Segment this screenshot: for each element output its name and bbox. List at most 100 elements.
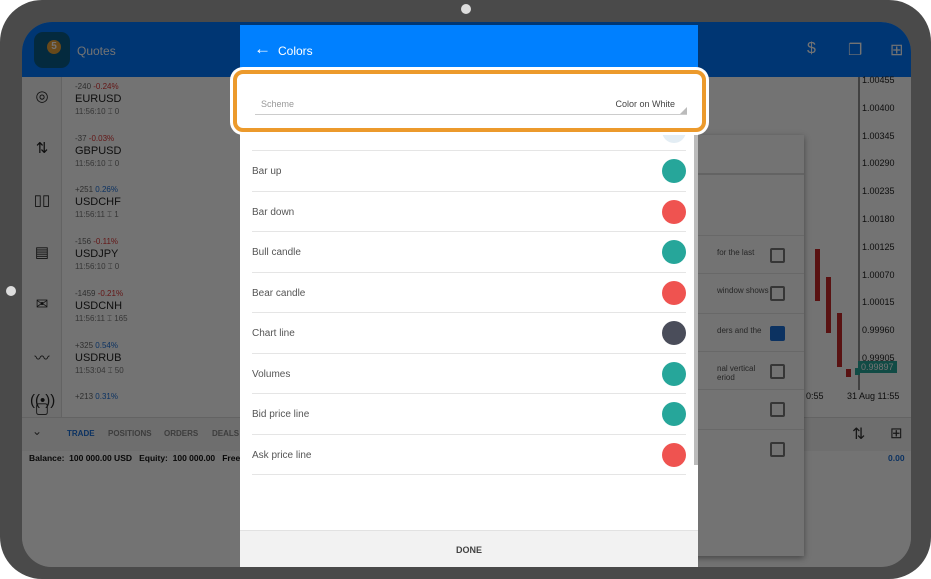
windows-icon[interactable]: ❐ <box>848 40 862 60</box>
color-swatch[interactable] <box>662 321 686 345</box>
quote-symbol: GBPUSD <box>75 144 122 157</box>
chart-icon[interactable]: ▯▯ <box>30 191 54 209</box>
news-icon[interactable]: ▤ <box>30 243 54 261</box>
price-tick: 1.00345 <box>862 130 895 141</box>
candle <box>826 277 831 333</box>
checkbox[interactable] <box>770 364 785 379</box>
checkbox[interactable] <box>770 326 785 341</box>
quote-meta: 11:56:11 ⌶ 1 <box>75 210 119 220</box>
price-tick: 1.00235 <box>862 186 895 197</box>
camera <box>461 4 471 14</box>
quote-change: +325 0.54% <box>75 340 118 350</box>
settings-row-text: nal vertical eriod <box>717 364 756 382</box>
quote-symbol: USDJPY <box>75 248 119 261</box>
color-label: Bar down <box>252 206 295 218</box>
current-price-label: 0.99897 <box>858 361 897 373</box>
signal-icon[interactable]: ((•)) <box>30 392 55 409</box>
sort-icon[interactable]: ⇅ <box>852 424 865 444</box>
quote-row[interactable]: +251 0.26% USDCHF 11:56:11 ⌶ 1 <box>75 185 245 220</box>
color-swatch[interactable] <box>662 402 686 426</box>
color-swatch[interactable] <box>662 361 686 386</box>
scheme-select[interactable]: Scheme Color on White <box>255 97 687 115</box>
price-tick: 1.00290 <box>862 158 895 169</box>
quote-symbol: USDCHF <box>75 196 121 209</box>
color-row[interactable]: Bar up <box>252 151 686 192</box>
settings-row-text: window shows <box>717 286 769 295</box>
app-logo <box>34 32 70 68</box>
color-swatch[interactable] <box>662 280 686 305</box>
color-swatch[interactable] <box>662 442 686 467</box>
new-order-icon[interactable]: ⊞ <box>890 424 903 442</box>
checkbox[interactable] <box>770 286 785 301</box>
balance-line: Balance: 100 000.00 USD Equity: 100 000.… <box>29 453 241 463</box>
color-label: Chart line <box>252 328 295 339</box>
back-arrow-icon[interactable]: ← <box>254 39 271 59</box>
quote-change: +213 0.31% <box>75 392 118 402</box>
quote-row[interactable]: +213 0.31% <box>75 392 245 401</box>
chevron-down-icon[interactable]: ⌄ <box>32 424 42 438</box>
time-label: 31 Aug 11:55 <box>847 391 900 401</box>
price-tick: 1.00125 <box>862 241 895 252</box>
color-label: Bid price line <box>252 409 310 420</box>
side-button <box>6 286 16 296</box>
tab-trade[interactable]: TRADE <box>67 429 95 438</box>
price-tick: 1.00455 <box>862 75 895 85</box>
done-button[interactable]: DONE <box>240 545 698 555</box>
color-row[interactable]: Bear candle <box>252 273 686 313</box>
color-swatch[interactable] <box>662 159 686 183</box>
quote-symbol: USDCNH <box>75 299 123 312</box>
quote-change: -156 -0.11% <box>75 237 119 247</box>
quote-meta: 11:53:04 ⌶ 50 <box>75 365 124 375</box>
color-row[interactable]: Volumes <box>252 354 686 394</box>
color-label: Bar up <box>252 166 282 177</box>
quote-symbol: USDRUB <box>75 351 122 364</box>
checkbox[interactable] <box>770 442 785 457</box>
color-row[interactable]: Bid price line <box>252 394 686 435</box>
scheme-label: Scheme <box>261 99 295 109</box>
price-tick: 1.00015 <box>862 297 895 308</box>
quote-change: -37 -0.03% <box>75 133 115 143</box>
quote-meta: 11:56:11 ⌶ 165 <box>75 313 128 323</box>
dollar-exchange-icon[interactable]: $ <box>807 40 816 58</box>
quote-meta: 11:56:10 ⌶ 0 <box>75 158 120 168</box>
scheme-highlight: Scheme Color on White <box>233 70 706 132</box>
tab-positions[interactable]: POSITIONS <box>108 429 152 438</box>
candle <box>815 249 820 301</box>
dropdown-triangle-icon <box>680 107 687 114</box>
scrollbar[interactable] <box>694 135 698 465</box>
dialog-footer: DONE <box>240 530 698 567</box>
mail-icon[interactable]: ✉ <box>30 295 54 313</box>
candle <box>837 313 842 367</box>
color-label: Bull candle <box>252 247 301 258</box>
settings-row-text: for the last <box>717 248 755 257</box>
app-title: Quotes <box>77 44 116 58</box>
quotes-icon[interactable]: ⇅ <box>30 139 54 157</box>
account-icon[interactable]: ◎ <box>30 87 54 105</box>
quote-symbol: EURUSD <box>75 93 122 105</box>
checkbox[interactable] <box>770 248 785 263</box>
quote-row[interactable]: -156 -0.11% USDJPY 11:56:10 ⌶ 0 <box>75 237 245 272</box>
price-tick: 1.00180 <box>862 214 895 224</box>
color-row[interactable]: Ask price line <box>252 435 686 475</box>
quote-row[interactable]: +325 0.54% USDRUB 11:53:04 ⌶ 50 <box>75 341 245 376</box>
checkbox[interactable] <box>770 402 785 417</box>
settings-row-text: ders and the <box>717 326 762 335</box>
quote-row[interactable]: -37 -0.03% GBPUSD 11:56:10 ⌶ 0 <box>75 134 245 169</box>
color-swatch[interactable] <box>662 240 686 264</box>
color-row[interactable]: Chart line <box>252 313 686 354</box>
color-swatch[interactable] <box>662 199 686 224</box>
color-row[interactable]: Bar down <box>252 192 686 232</box>
journal-icon[interactable]: 〰 <box>30 347 54 368</box>
color-label: Bear candle <box>252 287 306 299</box>
quote-row[interactable]: -1459 -0.21% USDCNH 11:56:11 ⌶ 165 <box>75 289 245 324</box>
quote-meta: 11:56:10 ⌶ 0 <box>75 107 120 116</box>
price-tick: 1.00400 <box>862 102 895 113</box>
dialog-title: Colors <box>278 44 313 58</box>
tab-deals[interactable]: DEALS <box>212 429 239 438</box>
quote-meta: 11:56:10 ⌶ 0 <box>75 262 120 272</box>
tab-orders[interactable]: ORDERS <box>164 429 198 438</box>
quote-change: -1459 -0.21% <box>75 288 124 298</box>
new-document-icon[interactable]: ⊞ <box>890 40 903 60</box>
quote-row[interactable]: -240 -0.24% EURUSD 11:56:10 ⌶ 0 <box>75 82 245 117</box>
color-row[interactable]: Bull candle <box>252 232 686 273</box>
